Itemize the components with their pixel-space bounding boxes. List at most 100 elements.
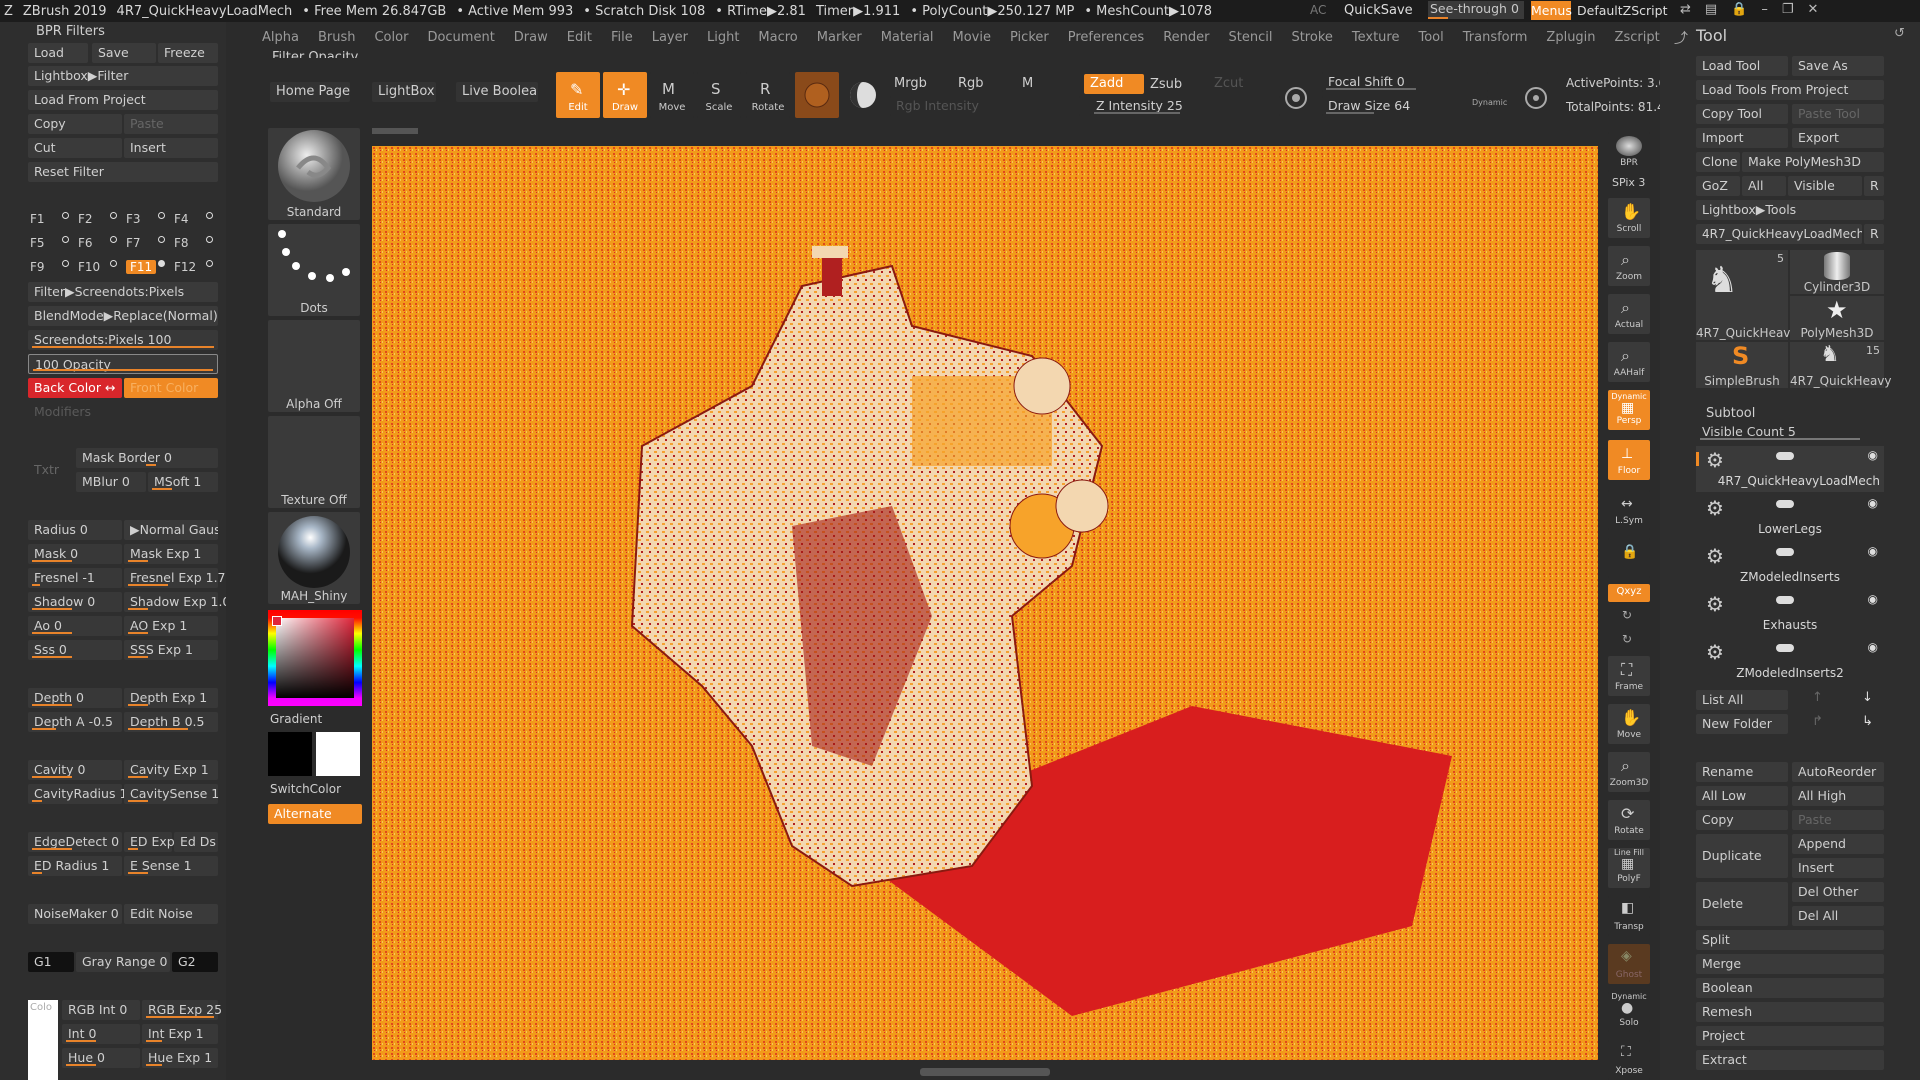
fresnel-exp-slider[interactable]: Fresnel Exp 1.73 [124,568,226,588]
scroll-button[interactable]: ✋ Scroll [1608,198,1650,238]
ed-exp-slider[interactable]: ED Exp [124,832,175,852]
cavity-exp-slider[interactable]: Cavity Exp 1 [124,760,218,780]
reset-filter-button[interactable]: Reset Filter [28,162,218,182]
tool-thumb-cylinder[interactable]: Cylinder3D [1790,250,1884,294]
load-tools-project-button[interactable]: Load Tools From Project [1696,80,1884,100]
all-low-button[interactable]: All Low [1696,786,1788,806]
menu-transform[interactable]: Transform [1463,30,1528,45]
floor-button[interactable]: ⊥ Floor [1608,440,1650,480]
menu-tool[interactable]: Tool [1418,30,1443,45]
quicksave-button[interactable]: QuickSave [1344,3,1413,18]
delete-button[interactable]: Delete [1696,882,1788,926]
gray-range-slider[interactable]: Gray Range 0 [76,952,170,972]
zsub-toggle[interactable]: Zsub [1150,77,1182,92]
tool-thumb-simplebrush[interactable]: S SimpleBrush [1696,342,1788,388]
eye-icon[interactable]: ◉ [1868,448,1878,462]
export-button[interactable]: Export [1792,128,1884,148]
goz-button[interactable]: GoZ [1696,176,1740,196]
menu-material[interactable]: Material [881,30,934,45]
filter-slot-f9[interactable]: F9 [30,260,45,274]
filter-slot-toggle-icon[interactable] [62,260,69,267]
g1-swatch[interactable]: G1 [28,952,74,972]
e-sense-slider[interactable]: E Sense 1 [124,856,218,876]
lightbox-tools-button[interactable]: Lightbox▶Tools [1696,200,1884,220]
filter-slot-f12[interactable]: F12 [174,260,196,274]
filter-slot-toggle-icon[interactable] [110,236,117,243]
scale-mode-button[interactable]: S Scale [697,72,741,118]
layout-icon[interactable]: ⇄ [1680,2,1705,17]
xpose-button[interactable]: ⛶ Xpose [1608,1040,1650,1080]
polyf-button[interactable]: Line Fill ▦ PolyF [1608,848,1650,888]
subtool-copy-button[interactable]: Copy [1696,810,1788,830]
see-through-slider[interactable]: See-through 0 [1428,1,1524,19]
menu-render[interactable]: Render [1163,30,1209,45]
screendots-slider[interactable]: Screendots:Pixels 100 [28,330,218,350]
default-zscript[interactable]: DefaultZScript [1577,3,1668,18]
mask-slider[interactable]: Mask 0 [28,544,122,564]
edit-mode-button[interactable]: ✎ Edit [556,72,600,118]
home-page-button[interactable]: Home Page [270,82,350,102]
folder-down-arrow-icon[interactable]: ↳ [1862,714,1873,729]
hue-exp-slider[interactable]: Hue Exp 1 [142,1048,218,1068]
ed-radius-slider[interactable]: ED Radius 1 [28,856,122,876]
sss-exp-slider[interactable]: SSS Exp 1 [124,640,218,660]
filter-slot-f5[interactable]: F5 [30,236,45,250]
menu-zscript[interactable]: Zscript [1615,30,1660,45]
visible-count-slider[interactable]: Visible Count 5 [1696,422,1884,442]
filter-slot-toggle-icon[interactable] [158,212,165,219]
persp-button[interactable]: Dynamic ▦ Persp [1608,390,1650,430]
sss-slider[interactable]: Sss 0 [28,640,122,660]
load-tool-button[interactable]: Load Tool [1696,56,1788,76]
spix-slider[interactable]: SPix 3 [1612,176,1645,189]
subtool-toggle-icon[interactable] [1776,452,1794,460]
int-slider[interactable]: Int 0 [62,1024,140,1044]
new-folder-button[interactable]: New Folder [1696,714,1788,734]
filter-slot-toggle-icon[interactable] [206,212,213,219]
subtool-header[interactable]: Subtool [1706,406,1755,421]
eye-icon[interactable]: ◉ [1868,496,1878,510]
cavity-radius-slider[interactable]: CavityRadius 1 [28,784,127,804]
boolean-section[interactable]: Boolean [1696,978,1884,998]
copy-button[interactable]: Copy [28,114,122,134]
merge-section[interactable]: Merge [1696,954,1884,974]
move-mode-button[interactable]: M Move [650,72,694,118]
depth-slider[interactable]: Depth 0 [28,688,122,708]
split-section[interactable]: Split [1696,930,1884,950]
folder-up-arrow-icon[interactable]: ↱ [1812,714,1823,729]
remesh-section[interactable]: Remesh [1696,1002,1884,1022]
subtool-item[interactable]: ⚙ ◉ 4R7_QuickHeavyLoadMech [1696,446,1884,492]
clone-button[interactable]: Clone [1696,152,1740,172]
canvas-scroll-indicator[interactable] [920,1068,1050,1076]
ao-slider[interactable]: Ao 0 [28,616,122,636]
normal-gauss-button[interactable]: ▶Normal Gaus: [124,520,218,540]
material-swatch-button[interactable] [795,72,839,118]
filter-slot-f4[interactable]: F4 [174,212,189,226]
scroll-handle[interactable] [372,128,418,134]
menu-texture[interactable]: Texture [1352,30,1400,45]
menu-preferences[interactable]: Preferences [1068,30,1144,45]
cut-button[interactable]: Cut [28,138,122,158]
rgb-toggle[interactable]: Rgb [958,76,984,91]
mask-exp-slider[interactable]: Mask Exp 1 [124,544,218,564]
del-other-button[interactable]: Del Other [1792,882,1884,902]
menu-zplugin[interactable]: Zplugin [1546,30,1595,45]
del-all-button[interactable]: Del All [1792,906,1884,926]
rgb-exp-slider[interactable]: RGB Exp 25 [142,1000,222,1020]
mblur-slider[interactable]: MBlur 0 [76,472,146,492]
project-section[interactable]: Project [1696,1026,1884,1046]
color-swatch[interactable]: Colo [28,1000,58,1080]
maximize-icon[interactable]: ❐ [1782,2,1808,17]
hue-slider[interactable]: Hue 0 [62,1048,140,1068]
ao-exp-slider[interactable]: AO Exp 1 [124,616,218,636]
rotate-z-icon[interactable]: ↻ [1622,632,1632,646]
mask-border-slider[interactable]: Mask Border 0 [76,448,218,468]
switch-color-button[interactable]: SwitchColor [270,782,362,796]
subtool-toggle-icon[interactable] [1776,548,1794,556]
copy-tool-button[interactable]: Copy Tool [1696,104,1788,124]
filter-mode-button[interactable]: Filter▶Screendots:Pixels [28,282,218,302]
zadd-toggle[interactable]: Zadd [1084,74,1144,94]
filter-slot-toggle-icon[interactable] [206,260,213,267]
subtool-paste-button[interactable]: Paste [1792,810,1884,830]
menu-stroke[interactable]: Stroke [1291,30,1332,45]
menu-picker[interactable]: Picker [1010,30,1049,45]
